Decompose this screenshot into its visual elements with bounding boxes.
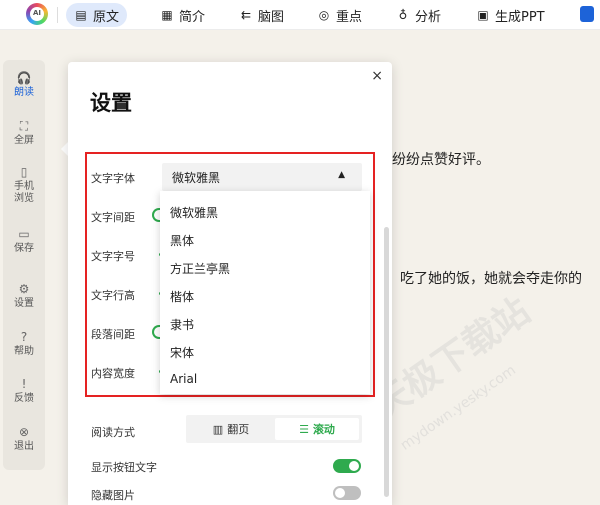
font-option-arial[interactable]: Arial [170, 372, 197, 386]
scroll-icon: ☰ [299, 422, 309, 436]
panel-scrollbar[interactable] [384, 227, 389, 497]
document-text-line: 吃了她的饭，她就会夺走你的 [400, 271, 582, 287]
tab-summary[interactable]: ▦ 简介 [152, 3, 213, 27]
toolbar-divider [57, 7, 58, 23]
tab-analysis[interactable]: ♁ 分析 [388, 3, 449, 27]
sidebar-item-feedback[interactable]: ! 反馈 [3, 378, 45, 405]
tab-mindmap[interactable]: ⇇ 脑图 [231, 3, 292, 27]
headphones-icon: 🎧 [16, 71, 32, 85]
panel-title: 设置 [90, 91, 132, 115]
tab-label: 生成PPT [495, 9, 545, 25]
key-points-icon: ◎ [318, 8, 330, 22]
sidebar-item-label: 反馈 [14, 393, 34, 404]
caret-up-icon: ▲ [338, 170, 345, 180]
tab-label: 简介 [179, 9, 206, 25]
exit-icon: ⊗ [18, 425, 30, 439]
mindmap-icon: ⇇ [240, 8, 252, 22]
font-dropdown-menu: 微软雅黑 黑体 方正兰亭黑 楷体 隶书 宋体 Arial [160, 191, 370, 394]
font-option-heiti[interactable]: 黑体 [170, 232, 194, 249]
summary-icon: ▦ [161, 8, 173, 22]
tab-label: 脑图 [258, 9, 285, 25]
save-icon: ▭ [18, 227, 30, 241]
font-option-lishu[interactable]: 隶书 [170, 316, 194, 333]
tab-key-points[interactable]: ◎ 重点 [309, 3, 370, 27]
hide-images-toggle[interactable] [333, 486, 361, 500]
document-icon: ▤ [75, 8, 87, 22]
read-mode-label: 阅读方式 [91, 426, 135, 439]
tab-label: 分析 [415, 9, 442, 25]
tab-label: 重点 [336, 9, 363, 25]
phone-icon: ▯ [20, 165, 28, 179]
font-option-microsoft-yahei[interactable]: 微软雅黑 [170, 204, 218, 221]
gear-icon: ⚙ [18, 282, 30, 296]
sidebar-item-help[interactable]: ? 帮助 [3, 331, 45, 358]
sidebar-item-exit[interactable]: ⊗ 退出 [3, 426, 45, 453]
sidebar-item-label: 全屏 [14, 135, 34, 146]
sidebar-item-label: 帮助 [14, 346, 34, 357]
book-icon: ▥ [212, 422, 224, 436]
left-sidebar: 🎧 朗读 ⛶ 全屏 ▯ 手机 浏览 ▭ 保存 ⚙ 设置 ? 帮助 ! 反馈 ⊗ … [3, 60, 45, 470]
sidebar-item-label: 设置 [14, 298, 34, 309]
tab-generate-ppt[interactable]: ▣ 生成PPT [468, 3, 553, 27]
lightbulb-icon: ♁ [398, 8, 408, 22]
font-option-kaiti[interactable]: 楷体 [170, 288, 194, 305]
ai-logo-icon[interactable]: AI [26, 3, 48, 25]
overflow-tab-icon[interactable] [580, 6, 594, 22]
font-option-fz-lanting[interactable]: 方正兰亭黑 [170, 260, 230, 277]
help-icon: ? [20, 330, 28, 344]
fullscreen-icon: ⛶ [19, 119, 29, 133]
sidebar-item-label: 手机 浏览 [14, 181, 34, 204]
font-select[interactable]: 微软雅黑 ▲ [162, 163, 362, 191]
tab-original[interactable]: ▤ 原文 [66, 3, 128, 27]
read-mode-selector: ▥ 翻页 ☰ 滚动 [186, 415, 362, 443]
read-mode-page-flip[interactable]: ▥ 翻页 [189, 418, 273, 440]
hide-images-label: 隐藏图片 [91, 489, 135, 502]
sidebar-item-label: 退出 [14, 441, 34, 452]
font-option-songti[interactable]: 宋体 [170, 344, 194, 361]
show-button-text-label: 显示按钮文字 [91, 461, 157, 474]
show-button-text-toggle[interactable] [333, 459, 361, 473]
feedback-icon: ! [21, 377, 27, 391]
ppt-icon: ▣ [477, 8, 489, 22]
sidebar-item-fullscreen[interactable]: ⛶ 全屏 [3, 120, 45, 147]
sidebar-item-label: 保存 [14, 243, 34, 254]
sidebar-item-read-aloud[interactable]: 🎧 朗读 [3, 72, 45, 99]
sidebar-item-mobile-view[interactable]: ▯ 手机 浏览 [3, 166, 45, 205]
top-toolbar: AI ▤ 原文 ▦ 简介 ⇇ 脑图 ◎ 重点 ♁ 分析 ▣ 生成PPT [0, 0, 600, 30]
close-icon[interactable]: × [371, 68, 383, 84]
read-mode-scroll[interactable]: ☰ 滚动 [275, 418, 359, 440]
document-text-line: 纷纷点赞好评。 [392, 152, 490, 168]
sidebar-item-settings[interactable]: ⚙ 设置 [3, 283, 45, 310]
font-select-value: 微软雅黑 [172, 170, 221, 185]
sidebar-item-label: 朗读 [14, 87, 34, 98]
tab-label: 原文 [93, 9, 120, 25]
sidebar-item-save[interactable]: ▭ 保存 [3, 228, 45, 255]
